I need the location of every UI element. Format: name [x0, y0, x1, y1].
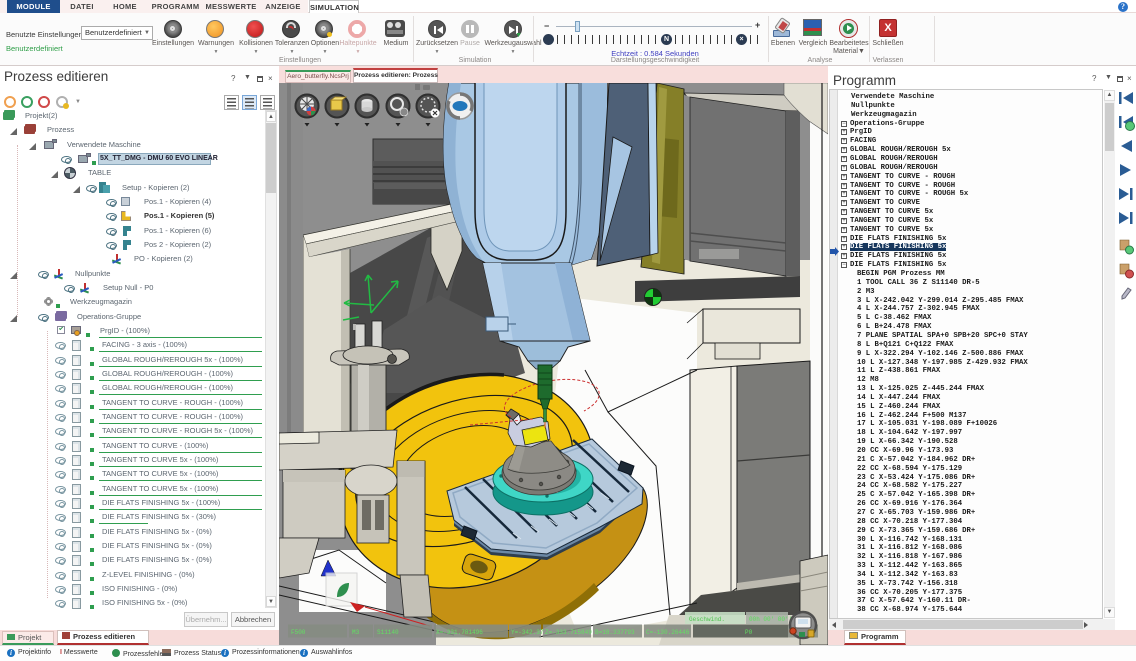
svg-text:X=-331.781496: X=-331.781496 — [436, 629, 483, 636]
svg-text:Geschwind.: Geschwind. — [689, 616, 725, 623]
svg-text:Y=-342.37: Y=-342.37 — [511, 629, 544, 636]
svg-text:S11140: S11140 — [377, 629, 399, 636]
svg-text:Z=-333.715849: Z=-333.715849 — [545, 629, 592, 636]
svg-text:P0: P0 — [745, 629, 753, 636]
svg-text:C=-130.26446: C=-130.26446 — [646, 629, 690, 636]
svg-text:00h 00' 00'': 00h 00' 00'' — [749, 616, 792, 623]
svg-text:M3: M3 — [352, 629, 360, 636]
svg-text:B=18.337793: B=18.337793 — [595, 629, 635, 636]
svg-text:F500: F500 — [291, 629, 306, 636]
